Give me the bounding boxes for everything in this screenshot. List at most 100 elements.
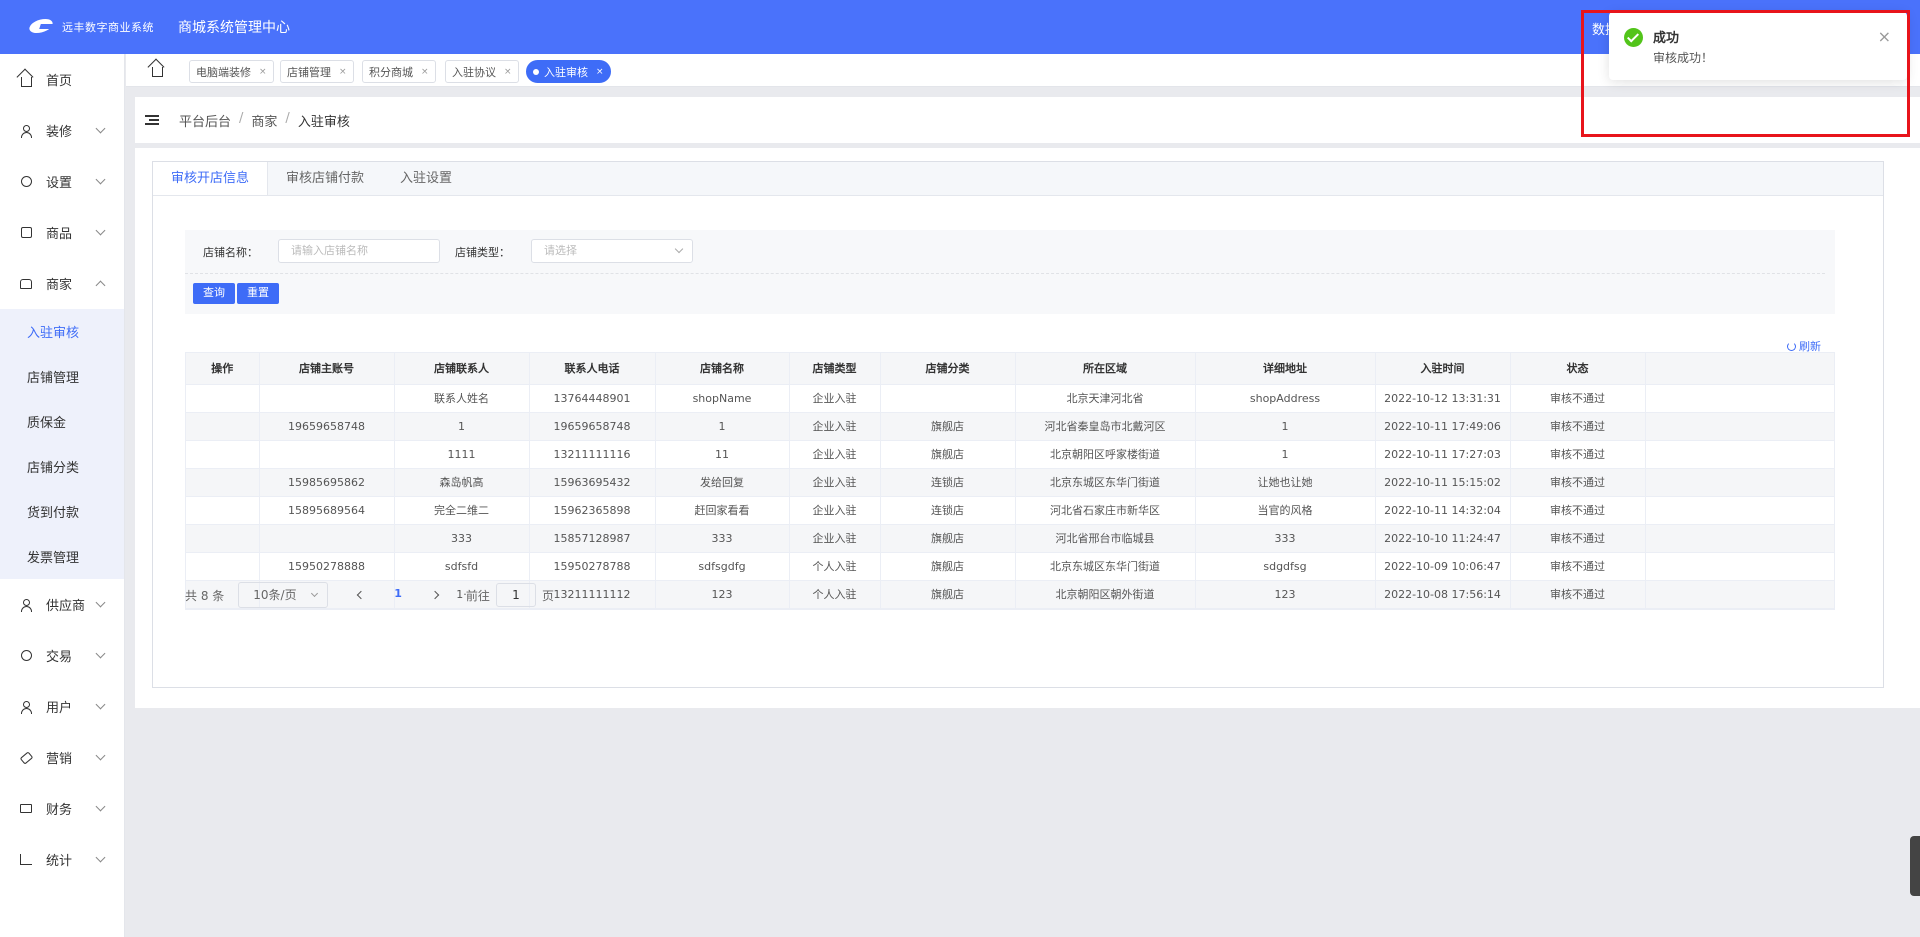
sidebar-subitem-settlement-review[interactable]: 入驻审核 [0, 309, 124, 354]
table-cell: 2022-10-11 17:27:03 [1375, 440, 1511, 469]
tag-label: 积分商城 [369, 65, 413, 79]
sidebar-item-products[interactable]: 商品 [0, 207, 124, 258]
close-icon[interactable]: × [421, 67, 429, 77]
sidebar-item-label: 商品 [46, 227, 73, 242]
sidebar-item-finance[interactable]: 财务 [0, 783, 124, 834]
gear-icon [18, 176, 34, 187]
sidebar-item-home[interactable]: 首页 [0, 54, 124, 105]
table-row: 333 15857128987 333 企业入驻 旗舰店 河北省邢台市临城县 333 2022… [186, 524, 1834, 553]
row-actions-cell[interactable] [186, 440, 260, 469]
sidebar-item-decoration[interactable]: 装修 [0, 105, 124, 156]
table-cell: shopName [655, 384, 790, 413]
table-cell-empty [1645, 580, 1834, 609]
sidebar-item-label: 供应商 [46, 599, 86, 614]
column-header: 入驻时间 [1375, 353, 1511, 385]
goto-page-input[interactable]: 1 [495, 583, 536, 607]
next-page-button[interactable] [430, 590, 440, 600]
active-dot [533, 68, 539, 75]
store-type-select[interactable]: 请选择 [531, 239, 693, 263]
sidebar-subitem-cod[interactable]: 货到付款 [0, 489, 124, 534]
page-number-current[interactable]: 1 [394, 587, 402, 600]
close-icon[interactable]: × [596, 67, 604, 77]
breadcrumb-separator: / [285, 110, 290, 126]
row-actions-cell[interactable] [186, 384, 260, 413]
chevron-down-icon [95, 801, 106, 812]
sidebar-item-settings[interactable]: 设置 [0, 156, 124, 207]
close-icon[interactable]: × [504, 67, 512, 77]
tag-settlement-agreement[interactable]: 入驻协议 × [445, 60, 519, 83]
store-name-input[interactable]: 请输入店铺名称 [278, 239, 440, 263]
table-cell-empty [1645, 552, 1834, 581]
table-cell: 1 [1195, 440, 1376, 469]
supplier-icon [18, 598, 34, 612]
table-cell: 123 [1195, 580, 1376, 609]
close-icon[interactable]: × [259, 67, 267, 77]
chevron-down-icon [95, 174, 106, 185]
sidebar-item-merchants[interactable]: 商家 [0, 258, 124, 309]
tab-review-store-info[interactable]: 审核开店信息 [153, 162, 269, 195]
chevron-down-icon [674, 244, 684, 254]
table-cell: 333 [394, 524, 530, 553]
column-header: 详细地址 [1195, 353, 1376, 385]
tag-settlement-review[interactable]: 入驻审核 × [526, 60, 611, 83]
table-cell: 河北省石家庄市新华区 [1015, 496, 1196, 525]
page-size-select[interactable]: 10条/页 [238, 582, 329, 608]
tag-points-mall[interactable]: 积分商城 × [362, 60, 436, 83]
row-actions-cell[interactable] [186, 496, 260, 525]
table-cell: 河北省邢台市临城县 [1015, 524, 1196, 553]
table-cell: 123 [655, 580, 790, 609]
sidebar-item-supplier[interactable]: 供应商 [0, 579, 124, 630]
row-actions-cell[interactable] [186, 412, 260, 441]
prev-page-button[interactable] [357, 590, 366, 600]
home-tab-icon[interactable] [152, 63, 163, 80]
row-actions-cell[interactable] [186, 552, 260, 581]
sidebar-subitem-store-category[interactable]: 店铺分类 [0, 444, 124, 489]
tag-label: 入驻审核 [544, 65, 588, 79]
table-cell: 连锁店 [880, 496, 1016, 525]
breadcrumb-item[interactable]: 商家 [251, 111, 277, 130]
home-icon [18, 73, 34, 87]
sidebar-item-trade[interactable]: 交易 [0, 630, 124, 681]
table-cell: 2022-10-08 17:56:14 [1375, 580, 1511, 609]
store-type-label: 店铺类型： [455, 246, 510, 259]
collapse-menu-icon[interactable] [145, 114, 159, 126]
sidebar-item-statistics[interactable]: 统计 [0, 834, 124, 885]
store-name-label: 店铺名称： [203, 246, 258, 259]
row-actions-cell[interactable] [186, 468, 260, 497]
query-button[interactable]: 查询 [193, 283, 235, 304]
breadcrumb-item[interactable]: 平台后台 [179, 111, 231, 130]
reset-button[interactable]: 重置 [237, 283, 279, 304]
table-cell [259, 524, 395, 553]
sidebar-subitem-deposit[interactable]: 质保金 [0, 399, 124, 444]
chevron-down-icon [95, 597, 106, 608]
table-cell: 2022-10-09 10:06:47 [1375, 552, 1511, 581]
table-cell: 森岛帆高 [394, 468, 530, 497]
sidebar-item-label: 设置 [46, 176, 73, 191]
column-header: 店铺类型 [789, 353, 881, 385]
breadcrumb: 平台后台 / 商家 / 入驻审核 [179, 111, 350, 130]
side-widget-handle[interactable] [1910, 836, 1920, 896]
tab-settlement-settings[interactable]: 入驻设置 [382, 162, 470, 195]
table-cell: 企业入驻 [789, 524, 881, 553]
sidebar-item-marketing[interactable]: 营销 [0, 732, 124, 783]
table-cell: 审核不通过 [1510, 384, 1646, 413]
user-icon [18, 700, 34, 714]
sidebar-item-users[interactable]: 用户 [0, 681, 124, 732]
sidebar-subitem-invoice[interactable]: 发票管理 [0, 534, 124, 579]
tab-review-store-payment[interactable]: 审核店铺付款 [268, 162, 382, 195]
sidebar-subitem-store-management[interactable]: 店铺管理 [0, 354, 124, 399]
row-actions-cell[interactable] [186, 524, 260, 553]
table-cell: 让她也让她 [1195, 468, 1376, 497]
tag-store-management[interactable]: 店铺管理 × [280, 60, 354, 83]
tag-pc-decoration[interactable]: 电脑端装修 × [189, 60, 274, 83]
table-cell: 2022-10-11 15:15:02 [1375, 468, 1511, 497]
sidebar-item-label: 交易 [46, 650, 73, 665]
close-icon[interactable]: × [339, 67, 347, 77]
table-row: 15985695862 森岛帆高 15963695432 发给回复 企业入驻 连锁店 北京东… [186, 468, 1834, 497]
breadcrumb-separator: / [239, 110, 244, 126]
table-cell: 15985695862 [259, 468, 395, 497]
filter-divider [185, 273, 1825, 274]
breadcrumb-current: 入驻审核 [297, 114, 350, 130]
product-icon [18, 227, 34, 238]
table-cell: 个人入驻 [789, 552, 881, 581]
